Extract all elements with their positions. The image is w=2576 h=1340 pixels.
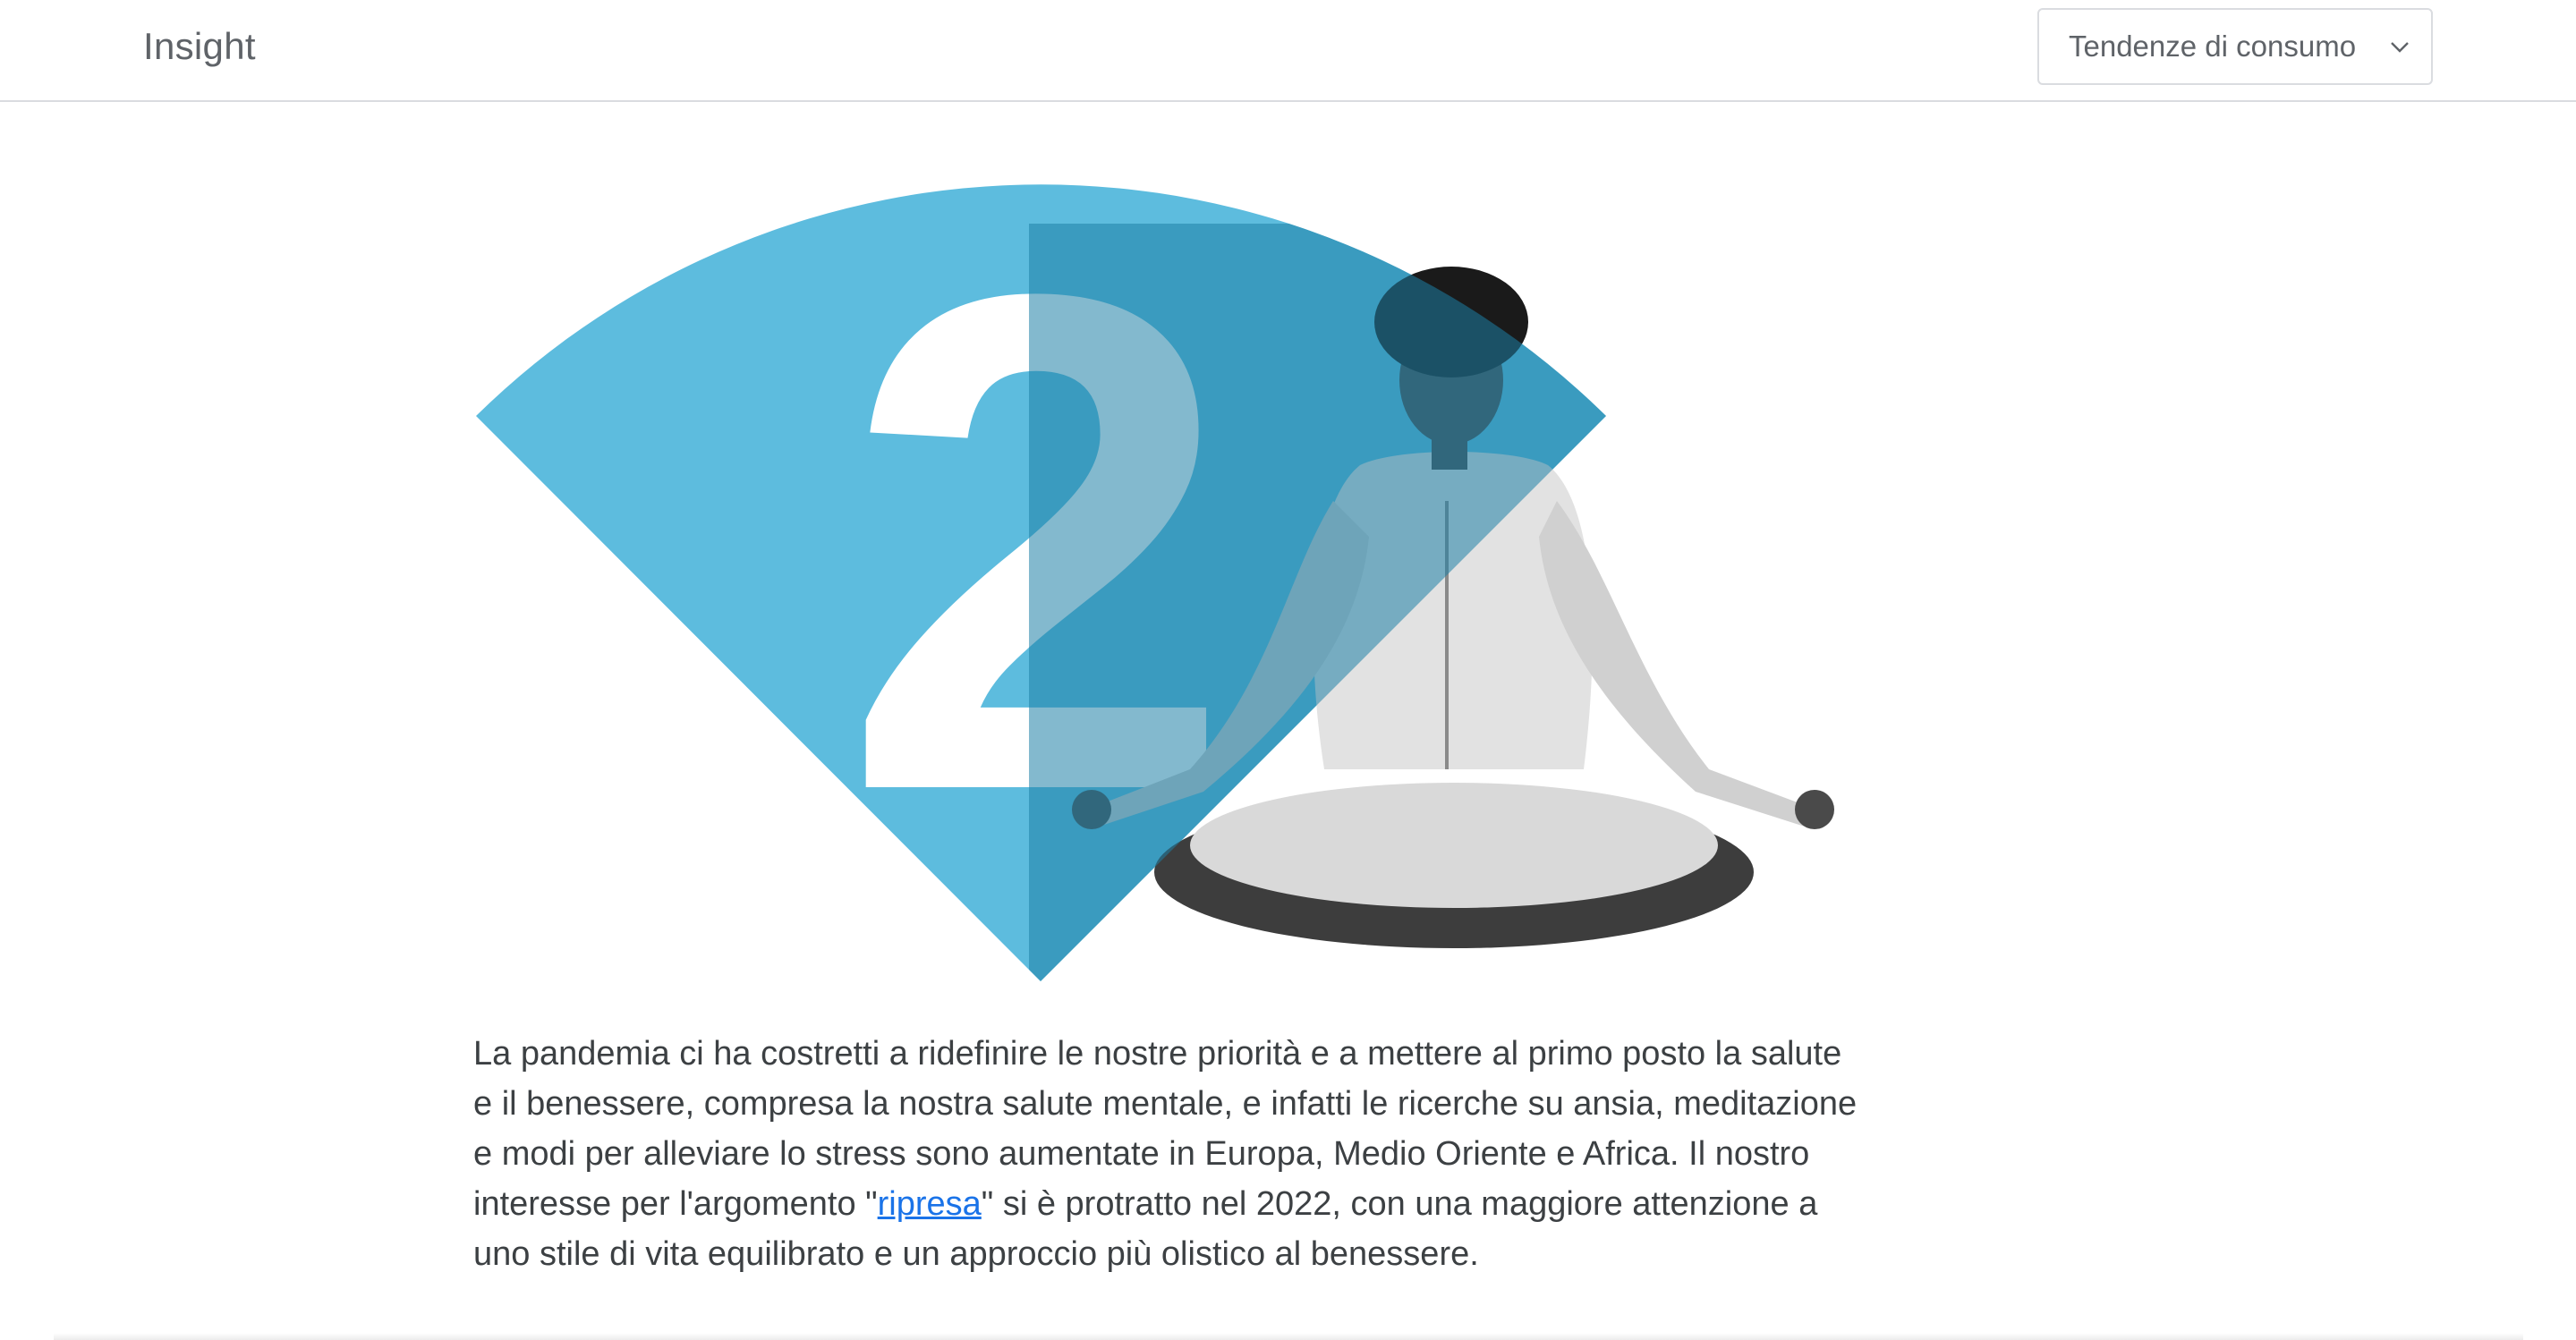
chevron-down-icon: [2391, 42, 2409, 53]
section-divider: [54, 1333, 2523, 1340]
category-dropdown-label: Tendenze di consumo: [2069, 30, 2357, 63]
top-header: Insight Tendenze di consumo: [0, 0, 2576, 102]
ripresa-link[interactable]: ripresa: [878, 1185, 982, 1223]
category-dropdown[interactable]: Tendenze di consumo: [2037, 8, 2433, 85]
article-paragraph: La pandemia ci ha costretti a ridefinire…: [473, 1029, 1869, 1279]
brand-title[interactable]: Insight: [143, 25, 256, 68]
hero-illustration: 2: [476, 161, 1834, 982]
